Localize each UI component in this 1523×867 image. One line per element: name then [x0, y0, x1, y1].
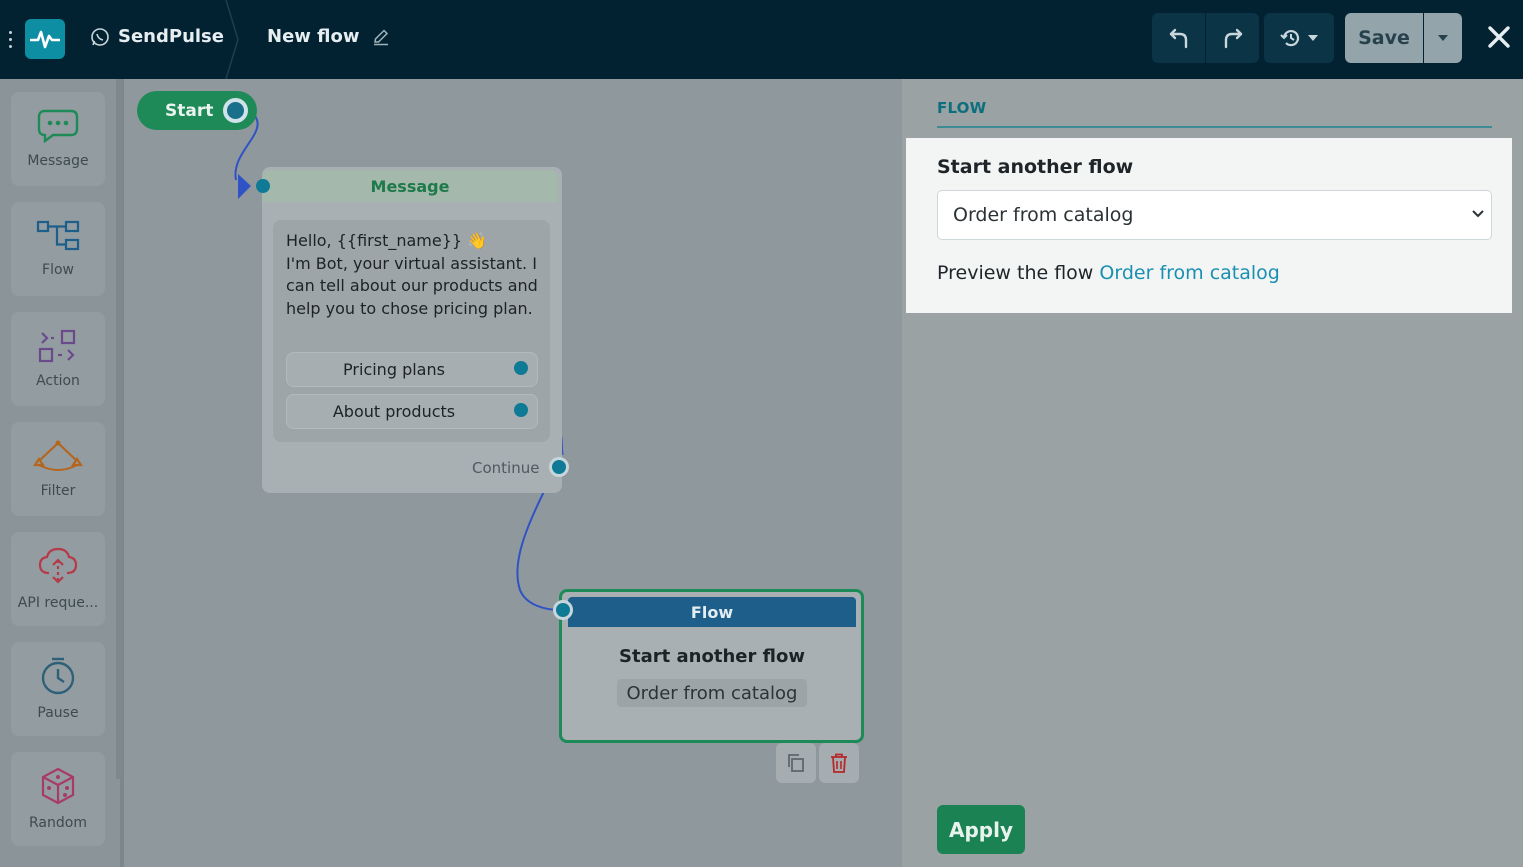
copy-icon	[788, 754, 804, 772]
duplicate-node-button[interactable]	[776, 743, 816, 783]
pause-timer-icon	[41, 657, 75, 695]
about-products-button[interactable]: About products	[286, 394, 538, 429]
chevron-down-icon	[1308, 35, 1318, 41]
palette-item-label: Pause	[37, 705, 79, 721]
palette-item-message[interactable]: Message	[11, 92, 105, 186]
palette-item-flow[interactable]: Flow	[11, 202, 105, 296]
flow-select[interactable]: Order from catalog	[937, 190, 1492, 240]
close-button[interactable]	[1484, 22, 1514, 52]
flow-node-title: Flow	[568, 597, 856, 627]
palette-item-label: API reque...	[17, 595, 99, 611]
flow-icon	[36, 220, 80, 251]
delete-node-button[interactable]	[819, 743, 859, 783]
message-icon	[37, 109, 79, 143]
flow-node-action: Start another flow	[619, 646, 805, 667]
save-options-button[interactable]	[1424, 13, 1462, 63]
edit-pencil-icon[interactable]	[372, 28, 390, 46]
trash-icon	[831, 753, 847, 773]
preview-text: Preview the flow Order from catalog	[937, 262, 1280, 284]
apply-button[interactable]: Apply	[937, 805, 1025, 854]
flow-node-target: Order from catalog	[617, 679, 807, 707]
palette-scrollbar[interactable]	[116, 79, 122, 779]
save-button[interactable]: Save	[1345, 13, 1423, 63]
menu-dots-icon[interactable]	[8, 28, 14, 50]
close-icon	[1488, 26, 1510, 48]
brand-channel[interactable]: SendPulse	[90, 26, 224, 47]
api-request-icon	[38, 547, 78, 584]
filter-icon	[33, 440, 83, 471]
palette-item-random[interactable]: Random	[11, 752, 105, 846]
palette-item-pause[interactable]: Pause	[11, 642, 105, 736]
preview-prefix: Preview the flow	[937, 262, 1094, 284]
app-logo-icon[interactable]	[25, 19, 65, 59]
tab-underline	[937, 126, 1492, 128]
undo-button[interactable]	[1152, 13, 1205, 63]
preview-flow-link[interactable]: Order from catalog	[1099, 262, 1279, 284]
palette-item-label: Action	[36, 373, 80, 389]
palette-item-action[interactable]: Action	[11, 312, 105, 406]
start-flow-label: Start another flow	[937, 156, 1134, 178]
message-greeting: Hello, {{first_name}} 👋	[286, 231, 488, 250]
brand-name: SendPulse	[118, 26, 224, 47]
chevron-down-icon	[1438, 35, 1448, 41]
message-body-text: I'm Bot, your virtual assistant. I can t…	[286, 253, 538, 319]
pricing-plans-port[interactable]	[514, 361, 528, 375]
undo-icon	[1169, 28, 1187, 49]
history-button[interactable]	[1264, 13, 1334, 63]
flow-name: New flow	[267, 26, 360, 47]
redo-icon	[1224, 28, 1242, 49]
palette-item-label: Filter	[40, 483, 76, 499]
random-dice-icon	[41, 767, 75, 805]
tab-flow[interactable]: FLOW	[937, 99, 986, 117]
palette-item-filter[interactable]: Filter	[11, 422, 105, 516]
flow-input-port[interactable]	[553, 600, 573, 620]
pricing-plans-button[interactable]: Pricing plans	[286, 352, 538, 387]
breadcrumb-separator-icon	[225, 0, 239, 79]
start-output-port[interactable]	[223, 98, 248, 123]
message-node-title: Message	[262, 170, 558, 202]
continue-port[interactable]	[549, 457, 569, 477]
flow-select-value: Order from catalog	[953, 204, 1134, 226]
message-text: Hello, {{first_name}} 👋 I'm Bot, your vi…	[286, 230, 546, 321]
chevron-down-icon	[1472, 210, 1484, 218]
flow-title[interactable]: New flow	[267, 26, 390, 47]
message-input-port[interactable]	[256, 179, 270, 193]
palette-item-label: Flow	[42, 262, 74, 278]
palette-item-label: Message	[27, 153, 89, 169]
whatsapp-icon	[91, 27, 109, 46]
redo-button[interactable]	[1206, 13, 1259, 63]
action-icon	[38, 329, 76, 363]
history-icon	[1280, 30, 1300, 47]
continue-label: Continue	[472, 459, 540, 477]
palette-item-label: Random	[29, 815, 87, 831]
palette-item-api-request[interactable]: API reque...	[11, 532, 105, 626]
about-products-port[interactable]	[514, 403, 528, 417]
